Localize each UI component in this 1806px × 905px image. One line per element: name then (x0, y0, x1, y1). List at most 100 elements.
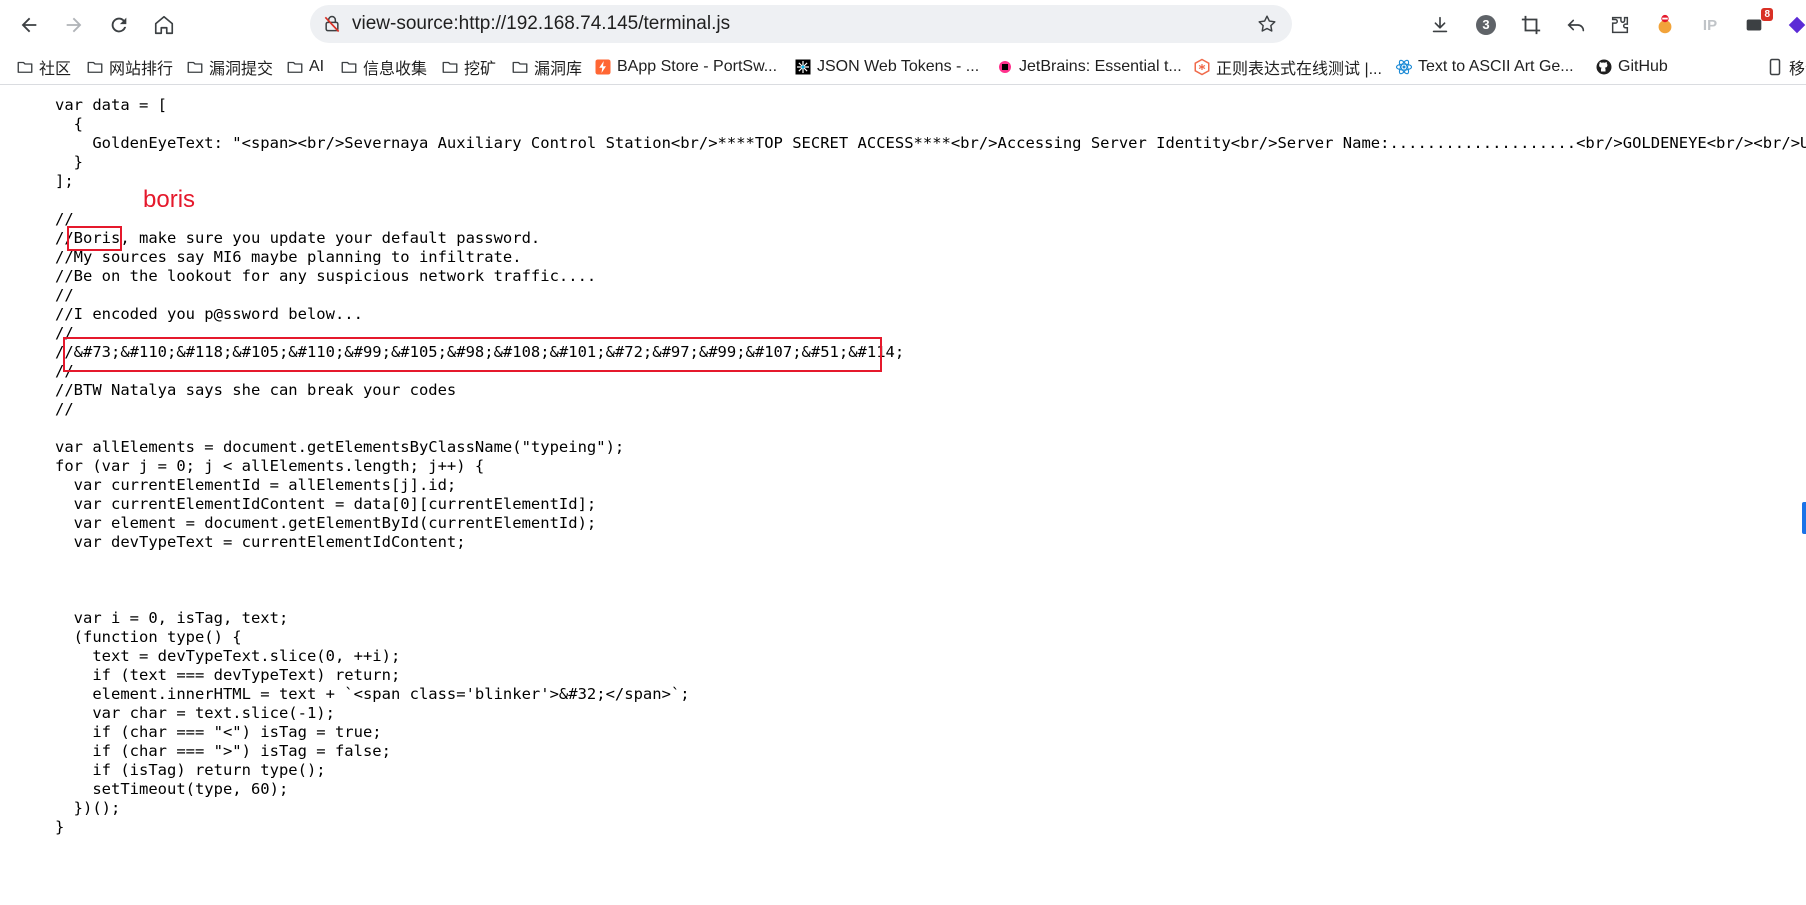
bookmark-label: 网站排行 (109, 61, 174, 78)
bookmark-jwt[interactable]: JSON Web Tokens - ... (794, 56, 979, 78)
bookmark-label: 挖矿 (464, 61, 497, 78)
code-line: //Be on the lookout for any suspicious n… (55, 267, 597, 285)
bookmark-folder[interactable]: 漏洞库 (511, 56, 582, 78)
extension-count-badge: 3 (1476, 15, 1496, 35)
downloads-button[interactable] (1427, 12, 1453, 38)
bookmark-label: 漏洞库 (534, 61, 583, 78)
folder-icon (340, 58, 358, 76)
undo-extension-button[interactable] (1563, 12, 1589, 38)
back-button[interactable] (13, 9, 45, 41)
code-line: var element = document.getElementById(cu… (55, 514, 597, 532)
notification-extension-button[interactable]: 8 (1741, 8, 1773, 38)
arrow-left-icon (21, 17, 37, 33)
bookmark-label: Text to ASCII Art Ge... (1418, 58, 1574, 75)
puzzle-icon (1611, 16, 1629, 34)
bookmark-ascii-art[interactable]: Text to ASCII Art Ge... (1395, 56, 1574, 78)
code-line: // (55, 286, 74, 304)
home-button[interactable] (148, 9, 180, 41)
code-line: var currentElementId = allElements[j].id… (55, 476, 457, 494)
bookmark-folder[interactable]: 网站排行 (86, 56, 173, 78)
folder-icon (511, 58, 529, 76)
folder-icon (16, 58, 34, 76)
github-icon (1595, 58, 1613, 76)
code-line: { (55, 115, 83, 133)
code-line: text = devTypeText.slice(0, ++i); (55, 647, 401, 665)
bookmark-github[interactable]: GitHub (1595, 56, 1668, 78)
bookmark-folder[interactable]: AI (286, 56, 324, 78)
bookmark-label: JetBrains: Essential t... (1019, 58, 1182, 75)
bookmark-folder[interactable]: 漏洞提交 (186, 56, 273, 78)
bookmark-label: 漏洞提交 (209, 61, 274, 78)
url-text[interactable]: view-source:http://192.168.74.145/termin… (352, 5, 730, 43)
code-line: element.innerHTML = text + `<span class=… (55, 685, 690, 703)
diamond-icon (1788, 16, 1806, 34)
code-line: var devTypeText = currentElementIdConten… (55, 533, 466, 551)
jetbrains-icon (996, 58, 1014, 76)
arrow-right-icon (66, 17, 82, 33)
folder-icon (441, 58, 459, 76)
code-line: setTimeout(type, 60); (55, 780, 289, 798)
folder-icon (286, 58, 304, 76)
code-line: // (55, 210, 74, 228)
crop-icon (1521, 15, 1541, 35)
bookmark-star-icon[interactable] (1256, 13, 1278, 35)
reload-button[interactable] (103, 9, 135, 41)
download-icon (1432, 16, 1448, 33)
undo-icon (1567, 19, 1585, 32)
notification-count-badge: 8 (1761, 8, 1773, 21)
code-line: // (55, 400, 74, 418)
code-line: //BTW Natalya says she can break your co… (55, 381, 457, 399)
bookmark-label: BApp Store - PortSw... (617, 58, 778, 75)
reload-icon (111, 17, 127, 33)
bookmark-label: GitHub (1618, 58, 1668, 75)
bookmark-mobile[interactable]: 移动 (1766, 56, 1806, 78)
bookmark-regex[interactable]: 正则表达式在线测试 |... (1193, 56, 1382, 78)
code-line: var data = [ (55, 96, 167, 114)
bookmark-label: AI (309, 58, 325, 75)
avatar-extension-icon (1658, 14, 1672, 34)
bookmark-folder[interactable]: 挖矿 (441, 56, 496, 78)
code-line: if (char === ">") isTag = false; (55, 742, 391, 760)
bookmarks-bar: 社区 网站排行 漏洞提交 AI 信息收集 挖矿 漏洞库 BApp Store -… (0, 50, 1806, 85)
code-line: //Boris, make sure you update your defau… (55, 229, 541, 247)
ip-extension-button[interactable]: IP (1697, 12, 1723, 38)
code-line: if (isTag) return type(); (55, 761, 326, 779)
bookmark-folder[interactable]: 信息收集 (340, 56, 427, 78)
code-line: } (55, 818, 65, 836)
bookmark-folder[interactable]: 社区 (16, 56, 71, 78)
code-line: //My sources say MI6 maybe planning to i… (55, 248, 522, 266)
bookmark-jetbrains[interactable]: JetBrains: Essential t... (996, 56, 1182, 78)
bookmark-label: 正则表达式在线测试 |... (1216, 61, 1382, 78)
bookmark-label: 移动 (1789, 61, 1806, 78)
address-bar[interactable]: view-source:http://192.168.74.145/termin… (310, 5, 1292, 43)
code-line: ]; (55, 172, 74, 190)
code-line: var char = text.slice(-1); (55, 704, 335, 722)
user-extension-button[interactable] (1652, 12, 1678, 38)
code-line: for (var j = 0; j < allElements.length; … (55, 457, 485, 475)
not-secure-icon[interactable] (322, 14, 342, 34)
code-line: (function type() { (55, 628, 242, 646)
portswigger-icon (594, 58, 612, 76)
browser-toolbar: view-source:http://192.168.74.145/termin… (0, 0, 1806, 50)
crop-extension-button[interactable] (1518, 12, 1544, 38)
annotation-label: boris (143, 186, 196, 213)
jwt-icon (794, 58, 812, 76)
bookmark-label: JSON Web Tokens - ... (817, 58, 980, 75)
code-line: if (char === "<") isTag = true; (55, 723, 382, 741)
forward-button[interactable] (58, 9, 90, 41)
extensions-puzzle-button[interactable] (1607, 12, 1633, 38)
scroll-indicator[interactable] (1802, 502, 1806, 534)
code-line: //I encoded you p@ssword below... (55, 305, 363, 323)
folder-icon (186, 58, 204, 76)
code-line: var i = 0, isTag, text; (55, 609, 289, 627)
extension-badge-button[interactable]: 3 (1473, 12, 1499, 38)
react-icon (1395, 58, 1413, 76)
code-line: var allElements = document.getElementsBy… (55, 438, 625, 456)
code-line: } (55, 153, 83, 171)
purple-extension-button[interactable] (1784, 12, 1806, 38)
bookmark-bapp-store[interactable]: BApp Store - PortSw... (594, 56, 777, 78)
